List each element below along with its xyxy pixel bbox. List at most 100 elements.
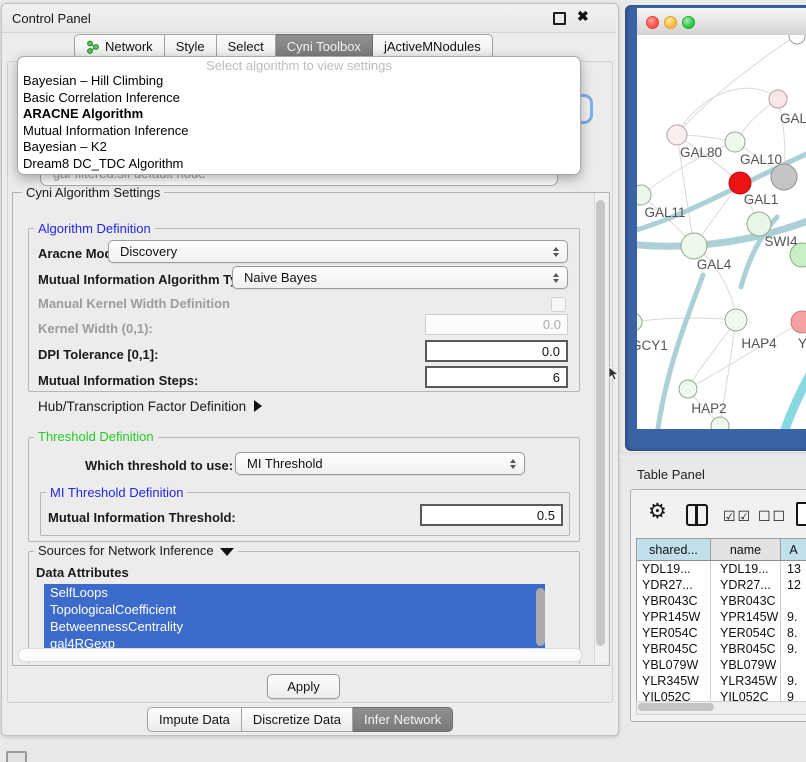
node-label: GAL	[780, 111, 806, 126]
network-node-gal80[interactable]	[667, 125, 687, 145]
close-icon[interactable]: ✖	[577, 8, 589, 25]
algorithm-option[interactable]: ARACNE Algorithm	[18, 106, 580, 123]
export-table-icon[interactable]	[796, 502, 806, 526]
table-hscroll-thumb[interactable]	[638, 703, 714, 711]
data-attributes-label: Data Attributes	[36, 565, 129, 580]
table-settings-gear-icon[interactable]: ⚙	[648, 499, 667, 524]
node-label: HAP2	[691, 401, 726, 416]
network-edge[interactable]	[677, 88, 778, 135]
panel-splitter[interactable]	[620, 452, 806, 458]
table-cell: YBR045C	[711, 641, 781, 657]
float-window-icon[interactable]	[553, 12, 566, 25]
network-edge[interactable]	[688, 320, 736, 389]
network-icon	[86, 40, 100, 54]
network-edge[interactable]	[783, 359, 806, 429]
dpi-tolerance-label: DPI Tolerance [0,1]:	[38, 347, 158, 362]
manual-kernel-label: Manual Kernel Width Definition	[38, 296, 230, 311]
table-row[interactable]: YBR045CYBR045C9.	[637, 641, 806, 657]
network-node-gcy1[interactable]	[637, 313, 642, 331]
bottom-tabs: Impute DataDiscretize DataInfer Network	[147, 707, 453, 732]
mi-threshold-field[interactable]: 0.5	[420, 504, 563, 526]
sources-title[interactable]: Sources for Network Inference	[34, 543, 238, 558]
node-label: GAL11	[644, 205, 685, 220]
network-node-hap2[interactable]	[679, 380, 697, 398]
algorithm-option[interactable]: Bayesian – K2	[18, 139, 580, 156]
network-edge[interactable]	[688, 322, 802, 389]
network-node-gal10[interactable]	[725, 132, 745, 152]
node-table: shared...nameA YDL19...YDL19...13YDR27..…	[636, 538, 806, 702]
table-row[interactable]: YBR043CYBR043C	[637, 593, 806, 609]
network-node[interactable]	[789, 35, 805, 44]
algorithm-option[interactable]: Bayesian – Hill Climbing	[18, 73, 580, 90]
expand-right-icon[interactable]	[254, 400, 262, 412]
table-row[interactable]: YLR345WYLR345W9.	[637, 673, 806, 689]
network-window-titlebar[interactable]	[637, 8, 806, 36]
network-node-swi4[interactable]	[747, 212, 771, 236]
tab-impute-data[interactable]: Impute Data	[147, 707, 242, 732]
collapse-down-icon[interactable]	[220, 548, 234, 556]
deselect-all-rows-icon[interactable]: ☐☐	[758, 508, 787, 525]
table-panel-title: Table Panel	[637, 467, 705, 482]
mi-steps-field[interactable]: 6	[425, 366, 568, 388]
column-header-shared[interactable]: shared...	[637, 539, 711, 560]
network-edge[interactable]	[677, 35, 797, 135]
control-panel-titlebar[interactable]	[2, 4, 616, 33]
control-panel-title: Control Panel	[12, 11, 91, 26]
table-cell: YBR043C	[637, 593, 711, 609]
algorithm-option[interactable]: Dream8 DC_TDC Algorithm	[18, 156, 580, 173]
table-row[interactable]: YPR145WYPR145W9.	[637, 609, 806, 625]
mi-type-combo[interactable]: Naive Bayes	[232, 266, 568, 289]
mi-steps-label: Mutual Information Steps:	[38, 373, 198, 388]
close-traffic-light-icon[interactable]	[646, 16, 659, 29]
table-body: YDL19...YDL19...13YDR27...YDR27...12YBR0…	[637, 561, 806, 702]
kernel-width-field[interactable]: 0.0	[425, 314, 568, 335]
tab-label: jActiveMNodules	[384, 39, 481, 54]
table-hscroll[interactable]	[636, 701, 806, 715]
aracne-mode-combo[interactable]: Discovery	[108, 240, 568, 263]
column-header-a[interactable]: A	[781, 539, 806, 560]
dpi-tolerance-field[interactable]: 0.0	[425, 340, 568, 362]
settings-vscroll-thumb[interactable]	[596, 200, 605, 646]
node-label: GCY1	[637, 338, 668, 353]
table-row[interactable]: YBL079WYBL079W	[637, 657, 806, 673]
tab-discretize-data[interactable]: Discretize Data	[242, 707, 353, 732]
settings-hscroll[interactable]	[18, 648, 582, 662]
combo-arrows-icon	[553, 273, 559, 283]
algorithm-option[interactable]: Basic Correlation Inference	[18, 90, 580, 107]
apply-button[interactable]: Apply	[267, 674, 340, 699]
threshold-definition-title: Threshold Definition	[34, 429, 158, 444]
node-label: GAL1	[744, 192, 779, 207]
network-node-gal1[interactable]	[729, 172, 751, 194]
select-all-rows-icon[interactable]: ☑☑	[723, 508, 752, 525]
column-header-name[interactable]: name	[711, 539, 781, 560]
network-canvas[interactable]: GALGAL80GAL10GAL1GAL11SWI4GAL4GCY1HAP4YH…	[637, 35, 806, 429]
table-row[interactable]: YDL19...YDL19...13	[637, 561, 806, 577]
attribute-item[interactable]: SelfLoops	[44, 584, 545, 601]
table-panel-window: ⚙ ☑☑ ☐☐ shared...nameA YDL19...YDL19...1…	[630, 489, 806, 722]
table-cell: YPR145W	[637, 609, 711, 625]
manual-kernel-checkbox[interactable]	[551, 297, 566, 312]
algorithm-option[interactable]: Mutual Information Inference	[18, 123, 580, 140]
tab-label: Cyni Toolbox	[287, 39, 361, 54]
network-node-y[interactable]	[791, 311, 806, 333]
tab-infer-network[interactable]: Infer Network	[353, 707, 453, 732]
network-node-gal[interactable]	[769, 90, 787, 108]
tab-label: Select	[228, 39, 264, 54]
attribute-item[interactable]: TopologicalCoefficient	[44, 601, 545, 618]
which-threshold-combo[interactable]: MI Threshold	[235, 452, 525, 475]
column-chooser-icon[interactable]	[686, 504, 708, 526]
algorithm-dropdown: Select algorithm to view settings Bayesi…	[17, 56, 581, 175]
network-node[interactable]	[771, 164, 797, 190]
minimized-panel-icon[interactable]	[6, 751, 27, 762]
zoom-traffic-light-icon[interactable]	[682, 16, 695, 29]
minimize-traffic-light-icon[interactable]	[664, 16, 677, 29]
network-node-gal4[interactable]	[681, 233, 707, 259]
table-cell: YBL079W	[711, 657, 781, 673]
table-row[interactable]: YDR27...YDR27...12	[637, 577, 806, 593]
attribute-item[interactable]: BetweennessCentrality	[44, 618, 545, 635]
table-cell: 13	[781, 561, 806, 577]
table-row[interactable]: YER054CYER054C8.	[637, 625, 806, 641]
network-node-hap4[interactable]	[725, 309, 747, 331]
hub-section-toggle[interactable]: Hub/Transcription Factor Definition	[38, 399, 262, 414]
attributes-list-scrollbar[interactable]	[536, 588, 545, 646]
